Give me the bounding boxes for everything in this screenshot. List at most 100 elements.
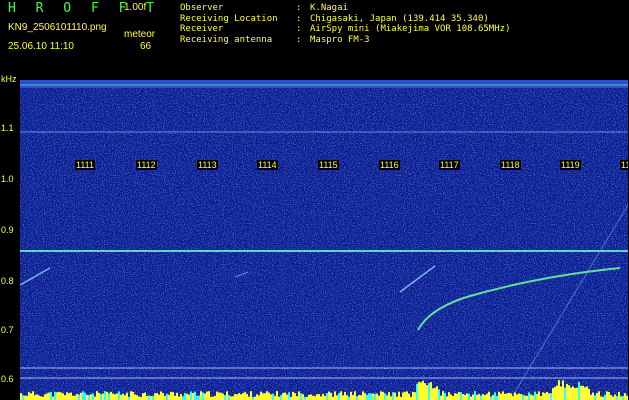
intensity-spike [100, 394, 102, 400]
intensity-spike [402, 392, 404, 400]
intensity-spike [626, 395, 628, 400]
intensity-spike [468, 393, 470, 400]
intensity-spike [26, 395, 28, 400]
intensity-spike [272, 393, 274, 400]
intensity-spike [116, 393, 118, 400]
intensity-spike [550, 393, 552, 400]
intensity-spike [94, 396, 96, 400]
intensity-spike [298, 391, 300, 400]
intensity-spike [376, 393, 378, 400]
intensity-spike [80, 392, 82, 400]
intensity-spike [530, 394, 532, 400]
intensity-spike [458, 392, 460, 400]
intensity-spike [498, 391, 500, 400]
intensity-spike [158, 394, 160, 400]
intensity-spike [542, 392, 544, 400]
intensity-spike [112, 393, 114, 400]
intensity-spike [178, 396, 180, 400]
intensity-spike [90, 394, 92, 400]
intensity-spike [452, 395, 454, 400]
app-version: 1.00f [124, 2, 147, 13]
intensity-spike [190, 391, 192, 400]
intensity-spike [58, 391, 60, 400]
intensity-spike [164, 395, 166, 400]
intensity-spike [44, 394, 46, 400]
intensity-spike [102, 393, 104, 400]
y-tick-label: 0.8 [1, 276, 14, 286]
intensity-spike [276, 391, 278, 400]
info-value: Maspro FM-3 [310, 34, 370, 45]
intensity-spike [166, 393, 168, 400]
station-info: Observer: K.Nagai Receiving Location: Chig… [180, 3, 510, 45]
intensity-spike [294, 393, 296, 400]
info-value: Chigasaki, Japan (139.414 35.340) [310, 13, 489, 24]
intensity-spike [388, 392, 390, 400]
intensity-spike [522, 394, 524, 400]
intensity-spike [48, 392, 50, 400]
intensity-spike [324, 395, 326, 400]
intensity-spike [284, 392, 286, 400]
intensity-spike [274, 395, 276, 400]
intensity-spike [256, 394, 258, 400]
time-axis: 1111 1112 1113 1114 1115 1116 1117 1118 … [40, 160, 628, 172]
intensity-spike [60, 392, 62, 400]
intensity-spike [394, 392, 396, 400]
intensity-spike [570, 387, 572, 400]
intensity-spike [62, 393, 64, 400]
intensity-spike [370, 393, 372, 400]
intensity-spike [568, 385, 570, 400]
y-tick-label: 1.0 [1, 174, 14, 184]
intensity-spike [216, 391, 218, 400]
intensity-spike [572, 386, 574, 400]
intensity-spike [214, 395, 216, 400]
intensity-spike [132, 391, 134, 400]
info-label: Receiving Location [180, 13, 278, 24]
intensity-spike [588, 388, 590, 400]
intensity-spike [160, 391, 162, 400]
intensity-spike [552, 388, 554, 400]
intensity-spike [502, 391, 504, 400]
intensity-spike [208, 391, 210, 400]
intensity-spike [514, 392, 516, 400]
intensity-spike [446, 396, 448, 400]
intensity-spike [338, 393, 340, 400]
intensity-spike [144, 392, 146, 400]
intensity-spike [474, 391, 476, 400]
intensity-spike [266, 391, 268, 400]
intensity-spike [38, 395, 40, 400]
intensity-spike [360, 395, 362, 400]
intensity-spike [426, 385, 428, 400]
intensity-spike [264, 393, 266, 400]
intensity-spike [466, 393, 468, 400]
intensity-spike [494, 392, 496, 400]
intensity-spike [92, 393, 94, 400]
intensity-spike [24, 395, 26, 400]
intensity-spike [110, 391, 112, 400]
intensity-spike [380, 391, 382, 400]
intensity-spike [450, 394, 452, 400]
intensity-spike [86, 394, 88, 400]
intensity-spike [612, 396, 614, 400]
intensity-spike [470, 396, 472, 400]
intensity-spike [596, 393, 598, 400]
intensity-spike [582, 385, 584, 400]
time-label: 1117 [439, 160, 460, 170]
intensity-spike [124, 395, 126, 400]
intensity-spike [82, 391, 84, 400]
intensity-spike [196, 395, 198, 400]
intensity-spike [138, 396, 140, 400]
time-label: 1114 [257, 160, 278, 170]
time-label: 1119 [560, 160, 581, 170]
intensity-spike [54, 391, 56, 400]
intensity-spike [372, 393, 374, 400]
intensity-spike [624, 393, 626, 400]
intensity-spike [150, 396, 152, 400]
y-tick-label: 1.1 [1, 123, 14, 133]
intensity-spike [288, 392, 290, 400]
intensity-spike [156, 392, 158, 400]
spectrogram[interactable]: 1111 1112 1113 1114 1115 1116 1117 1118 … [20, 80, 628, 400]
intensity-spike [46, 393, 48, 400]
intensity-spike [172, 392, 174, 400]
intensity-spike [262, 393, 264, 400]
intensity-spike [206, 391, 208, 400]
